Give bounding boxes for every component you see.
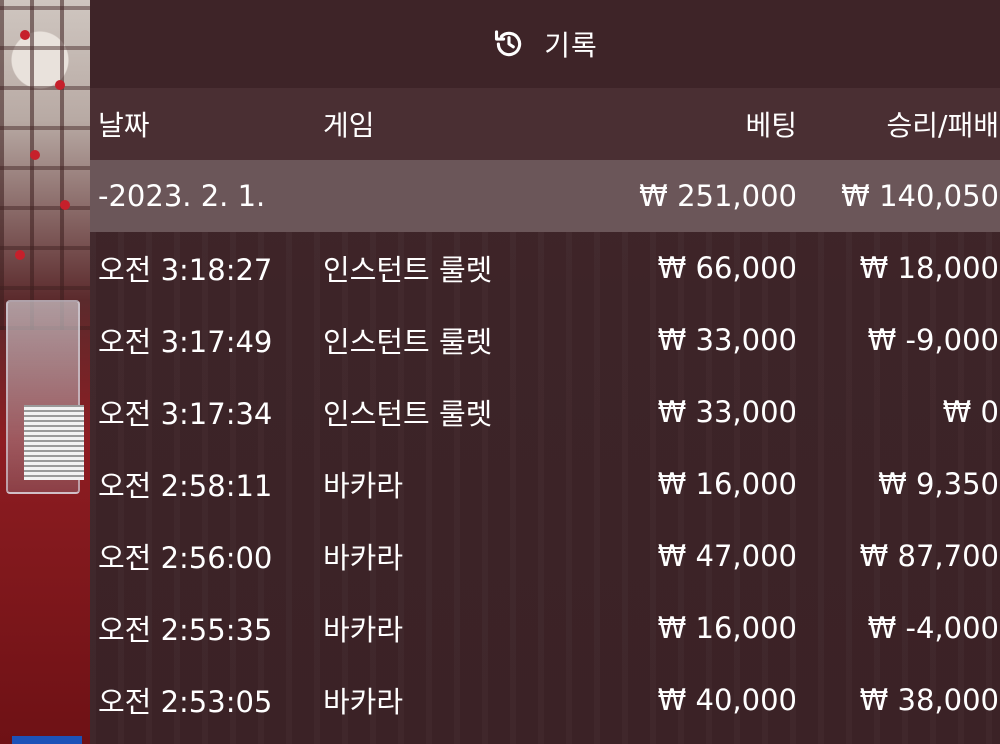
row-bet: ₩ 33,000 — [657, 323, 797, 357]
row-bet: ₩ 66,000 — [657, 251, 797, 285]
table-row[interactable]: 오전 2:58:11 바카라 ₩ 16,000 ₩ 9,350 — [90, 448, 1000, 520]
table-row[interactable]: 오전 3:17:34 인스턴트 룰렛 ₩ 33,000 ₩ 0 — [90, 376, 1000, 448]
row-bet: ₩ 33,000 — [657, 395, 797, 429]
table-header: 날짜 게임 베팅 승리/패배 — [90, 88, 1000, 160]
row-bet: ₩ 47,000 — [657, 539, 797, 573]
row-time: 오전 3:17:49 — [98, 325, 273, 359]
date-group-row[interactable]: -2023. 2. 1. ₩ 251,000 ₩ 140,050 — [90, 160, 1000, 232]
row-bet: ₩ 16,000 — [657, 467, 797, 501]
row-result: ₩ -4,000 — [867, 611, 999, 645]
blue-tab[interactable] — [12, 736, 82, 744]
row-time: 오전 2:53:05 — [98, 685, 273, 719]
row-result: ₩ 18,000 — [859, 251, 999, 285]
header-game: 게임 — [323, 109, 375, 142]
row-game: 바카라 — [323, 613, 404, 647]
table-row[interactable]: 오전 2:56:00 바카라 ₩ 47,000 ₩ 87,700 — [90, 520, 1000, 592]
table-row[interactable]: 오전 3:18:27 인스턴트 룰렛 ₩ 66,000 ₩ 18,000 — [90, 232, 1000, 304]
blossom-decoration — [30, 150, 40, 160]
row-game: 인스턴트 룰렛 — [323, 253, 493, 287]
row-bet: ₩ 16,000 — [657, 611, 797, 645]
group-result-total: ₩ 140,050 — [841, 179, 999, 213]
table-row[interactable]: 오전 3:17:49 인스턴트 룰렛 ₩ 33,000 ₩ -9,000 — [90, 304, 1000, 376]
casino-table-background — [0, 0, 90, 744]
page-title: 기록 — [544, 29, 598, 62]
group-date: -2023. 2. 1. — [98, 179, 266, 213]
card-stack — [24, 405, 84, 480]
row-time: 오전 2:56:00 — [98, 541, 273, 575]
row-result: ₩ -9,000 — [867, 323, 999, 357]
row-time: 오전 2:55:35 — [98, 613, 273, 647]
table-row[interactable]: 오전 2:55:35 바카라 ₩ 16,000 ₩ -4,000 — [90, 592, 1000, 664]
table-row[interactable]: 오전 2:53:05 바카라 ₩ 40,000 ₩ 38,000 — [90, 664, 1000, 736]
history-panel: 기록 날짜 게임 베팅 승리/패배 -2023. 2. 1. ₩ 251,000… — [90, 0, 1000, 744]
row-bet: ₩ 40,000 — [657, 683, 797, 717]
blossom-decoration — [15, 250, 25, 260]
row-game: 바카라 — [323, 685, 404, 719]
row-game: 인스턴트 룰렛 — [323, 397, 493, 431]
blossom-decoration — [55, 80, 65, 90]
row-game: 바카라 — [323, 541, 404, 575]
row-result: ₩ 38,000 — [859, 683, 999, 717]
blossom-decoration — [60, 200, 70, 210]
header-bet: 베팅 — [745, 109, 797, 142]
blossom-decoration — [20, 30, 30, 40]
history-title-bar: 기록 — [90, 0, 1000, 88]
row-result: ₩ 0 — [942, 395, 999, 429]
row-time: 오전 3:17:34 — [98, 397, 273, 431]
header-date: 날짜 — [98, 109, 150, 142]
row-time: 오전 2:58:11 — [98, 469, 273, 503]
history-icon — [495, 30, 522, 57]
row-result: ₩ 87,700 — [859, 539, 999, 573]
group-bet-total: ₩ 251,000 — [639, 179, 797, 213]
row-result: ₩ 9,350 — [878, 467, 999, 501]
row-time: 오전 3:18:27 — [98, 253, 273, 287]
row-game: 인스턴트 룰렛 — [323, 325, 493, 359]
row-game: 바카라 — [323, 469, 404, 503]
window-lattice-decoration — [0, 0, 90, 330]
header-result: 승리/패배 — [886, 109, 999, 142]
